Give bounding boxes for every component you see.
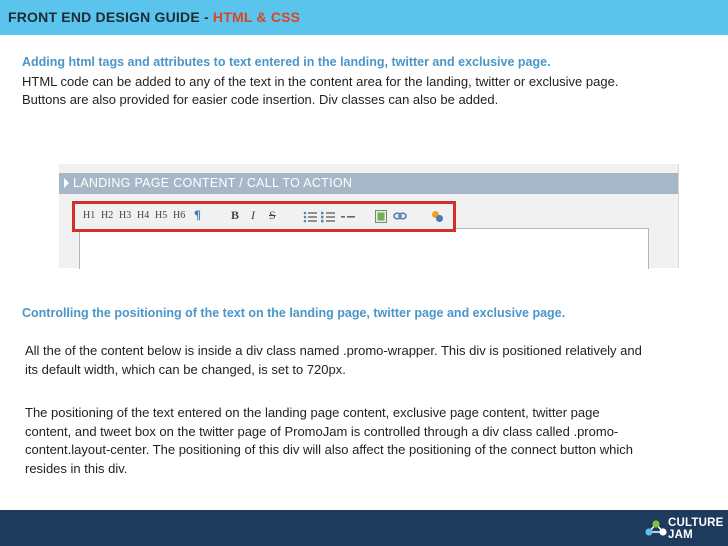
strikethrough-button[interactable]: S — [269, 208, 276, 223]
section2-heading: Controlling the positioning of the text … — [22, 306, 566, 320]
bold-button[interactable]: B — [231, 208, 239, 223]
horizontal-rule-icon[interactable] — [341, 211, 355, 223]
h3-button[interactable]: H3 — [119, 210, 131, 221]
logo-line2: JAM — [668, 529, 693, 541]
title-highlight: HTML & CSS — [212, 9, 301, 25]
footer-bar: CULTURE JAM — [0, 510, 728, 546]
section2-para1: All the of the content below is inside a… — [25, 343, 642, 377]
culture-jam-logo: CULTURE JAM — [644, 516, 724, 542]
h1-button[interactable]: H1 — [83, 210, 95, 221]
section2-para2: The positioning of the text entered on t… — [25, 405, 634, 476]
italic-button[interactable]: I — [251, 208, 255, 223]
link-icon[interactable] — [393, 211, 407, 221]
h5-button[interactable]: H5 — [155, 210, 167, 221]
paragraph-button[interactable]: ¶ — [194, 207, 201, 223]
section1-body: HTML code can be added to any of the tex… — [22, 74, 619, 107]
h2-button[interactable]: H2 — [101, 210, 113, 221]
h4-button[interactable]: H4 — [137, 210, 149, 221]
formatting-toolbar: H1 H2 H3 H4 H5 H6 ¶ B I S — [72, 201, 456, 232]
numbered-list-icon[interactable] — [321, 211, 335, 223]
logo-line1: CULTURE — [668, 517, 724, 529]
logo-text: CULTURE JAM — [668, 517, 724, 541]
molecule-icon — [645, 520, 667, 536]
top-banner: FRONT END DESIGN GUIDE - HTML & CSS — [0, 0, 728, 35]
title-text: FRONT END DESIGN GUIDE - — [8, 9, 213, 25]
image-icon[interactable] — [375, 210, 387, 223]
section1-heading: Adding html tags and attributes to text … — [22, 55, 551, 69]
code-insert-icon[interactable] — [431, 210, 444, 223]
panel-title: LANDING PAGE CONTENT / CALL TO ACTION — [73, 176, 353, 190]
bullet-list-icon[interactable] — [303, 211, 317, 223]
content-textarea[interactable] — [79, 228, 649, 269]
triangle-right-icon — [64, 178, 69, 188]
h6-button[interactable]: H6 — [173, 210, 185, 221]
page-title: FRONT END DESIGN GUIDE - HTML & CSS — [8, 9, 300, 25]
panel-header: LANDING PAGE CONTENT / CALL TO ACTION — [59, 173, 678, 194]
